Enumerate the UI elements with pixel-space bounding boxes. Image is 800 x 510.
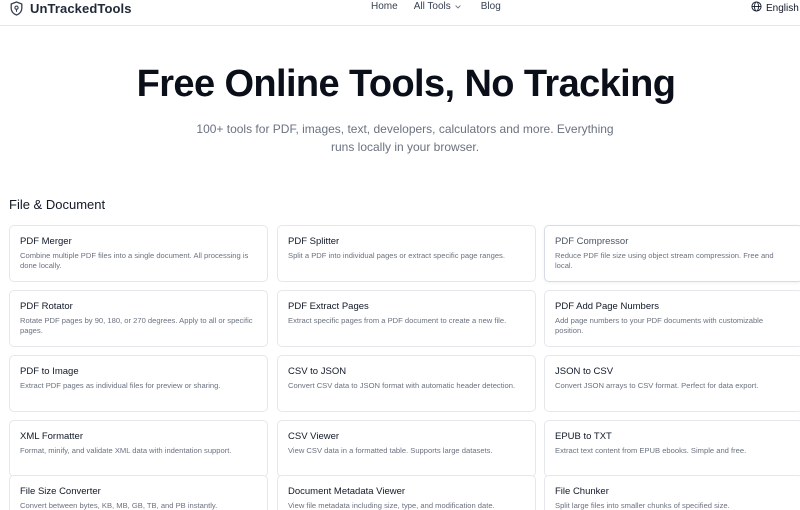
tool-card-file-chunker[interactable]: File Chunker Split large files into smal… — [544, 475, 800, 510]
tool-card-description: View CSV data in a formatted table. Supp… — [288, 446, 493, 455]
tool-card-title: File Chunker — [555, 486, 609, 497]
shield-icon — [10, 0, 23, 16]
tool-card-epub-to-txt[interactable]: EPUB to TXT Extract text content from EP… — [544, 420, 800, 477]
main-nav: Home All Tools Blog — [371, 1, 501, 12]
tool-card-pdf-merger[interactable]: PDF Merger Combine multiple PDF files in… — [9, 225, 268, 282]
nav-all-tools-dropdown[interactable]: All Tools — [414, 1, 461, 12]
tool-card-title: Document Metadata Viewer — [288, 486, 406, 497]
tool-card-pdf-rotator[interactable]: PDF Rotator Rotate PDF pages by 90, 180,… — [9, 290, 268, 347]
tool-card-document-metadata-viewer[interactable]: Document Metadata Viewer View file metad… — [277, 475, 536, 510]
tool-card-description: Convert CSV data to JSON format with aut… — [288, 381, 516, 390]
chevron-down-icon — [455, 1, 461, 12]
hero-title: Free Online Tools, No Tracking — [136, 63, 676, 105]
tool-card-title: PDF Extract Pages — [288, 301, 369, 312]
tool-card-pdf-extract-pages[interactable]: PDF Extract Pages Extract specific pages… — [277, 290, 536, 347]
tool-card-title: XML Formatter — [20, 431, 83, 442]
nav-home-link[interactable]: Home — [371, 1, 398, 12]
tool-card-pdf-splitter[interactable]: PDF Splitter Split a PDF into individual… — [277, 225, 536, 282]
tool-card-description: Rotate PDF pages by 90, 180, or 270 degr… — [20, 316, 253, 336]
globe-icon — [751, 1, 762, 15]
nav-all-tools-label: All Tools — [413, 1, 451, 12]
tool-card-pdf-compressor[interactable]: PDF Compressor Reduce PDF file size usin… — [544, 225, 800, 282]
tool-card-description: View file metadata including size, type,… — [288, 501, 495, 510]
tool-card-description: Split a PDF into individual pages or ext… — [288, 251, 505, 260]
tool-card-description: Convert between bytes, KB, MB, GB, TB, a… — [20, 501, 218, 510]
tool-card-csv-to-json[interactable]: CSV to JSON Convert CSV data to JSON for… — [277, 355, 536, 412]
tool-card-title: PDF Compressor — [555, 236, 629, 247]
tool-card-xml-formatter[interactable]: XML Formatter Format, minify, and valida… — [9, 420, 268, 477]
tool-card-title: CSV Viewer — [288, 431, 340, 442]
tool-card-description: Convert JSON arrays to CSV format. Perfe… — [555, 381, 759, 390]
tool-card-description: Split large files into smaller chunks of… — [555, 501, 730, 510]
tool-card-description: Extract text content from EPUB ebooks. S… — [555, 446, 747, 455]
tool-card-json-to-csv[interactable]: JSON to CSV Convert JSON arrays to CSV f… — [544, 355, 800, 412]
tool-card-title: PDF Splitter — [288, 236, 340, 247]
tool-card-title: PDF Add Page Numbers — [555, 301, 660, 312]
tool-card-description: Extract specific pages from a PDF docume… — [288, 316, 507, 325]
tool-card-description: Format, minify, and validate XML data wi… — [20, 446, 232, 455]
nav-blog-link[interactable]: Blog — [481, 1, 501, 12]
hero-subtitle: 100+ tools for PDF, images, text, develo… — [196, 122, 614, 154]
tool-card-title: PDF to Image — [20, 366, 79, 377]
tool-card-description: Add page numbers to your PDF documents w… — [555, 316, 764, 336]
tool-card-title: PDF Rotator — [20, 301, 73, 312]
tool-card-title: CSV to JSON — [288, 366, 347, 377]
tool-card-csv-viewer[interactable]: CSV Viewer View CSV data in a formatted … — [277, 420, 536, 477]
tool-card-file-size-converter[interactable]: File Size Converter Convert between byte… — [9, 475, 268, 510]
brand-name: UnTrackedTools — [30, 0, 132, 16]
tool-card-description: Combine multiple PDF files into a single… — [20, 251, 249, 271]
tool-card-title: EPUB to TXT — [555, 431, 612, 442]
language-label: English — [766, 2, 799, 14]
tool-card-title: PDF Merger — [20, 236, 72, 247]
tool-card-description: Extract PDF pages as individual files fo… — [20, 381, 221, 390]
brand-logo-link[interactable]: UnTrackedTools — [10, 0, 132, 16]
language-selector[interactable]: English — [751, 1, 799, 15]
tool-card-pdf-to-image[interactable]: PDF to Image Extract PDF pages as indivi… — [9, 355, 268, 412]
tool-card-pdf-add-page-numbers[interactable]: PDF Add Page Numbers Add page numbers to… — [544, 290, 800, 347]
section-title-file-document: File & Document — [9, 197, 106, 212]
top-navigation-bar: UnTrackedTools Home All Tools Blog Engli… — [0, 0, 800, 26]
tool-card-description: Reduce PDF file size using object stream… — [555, 251, 774, 271]
tool-card-title: JSON to CSV — [555, 366, 614, 377]
tool-card-title: File Size Converter — [20, 486, 101, 497]
